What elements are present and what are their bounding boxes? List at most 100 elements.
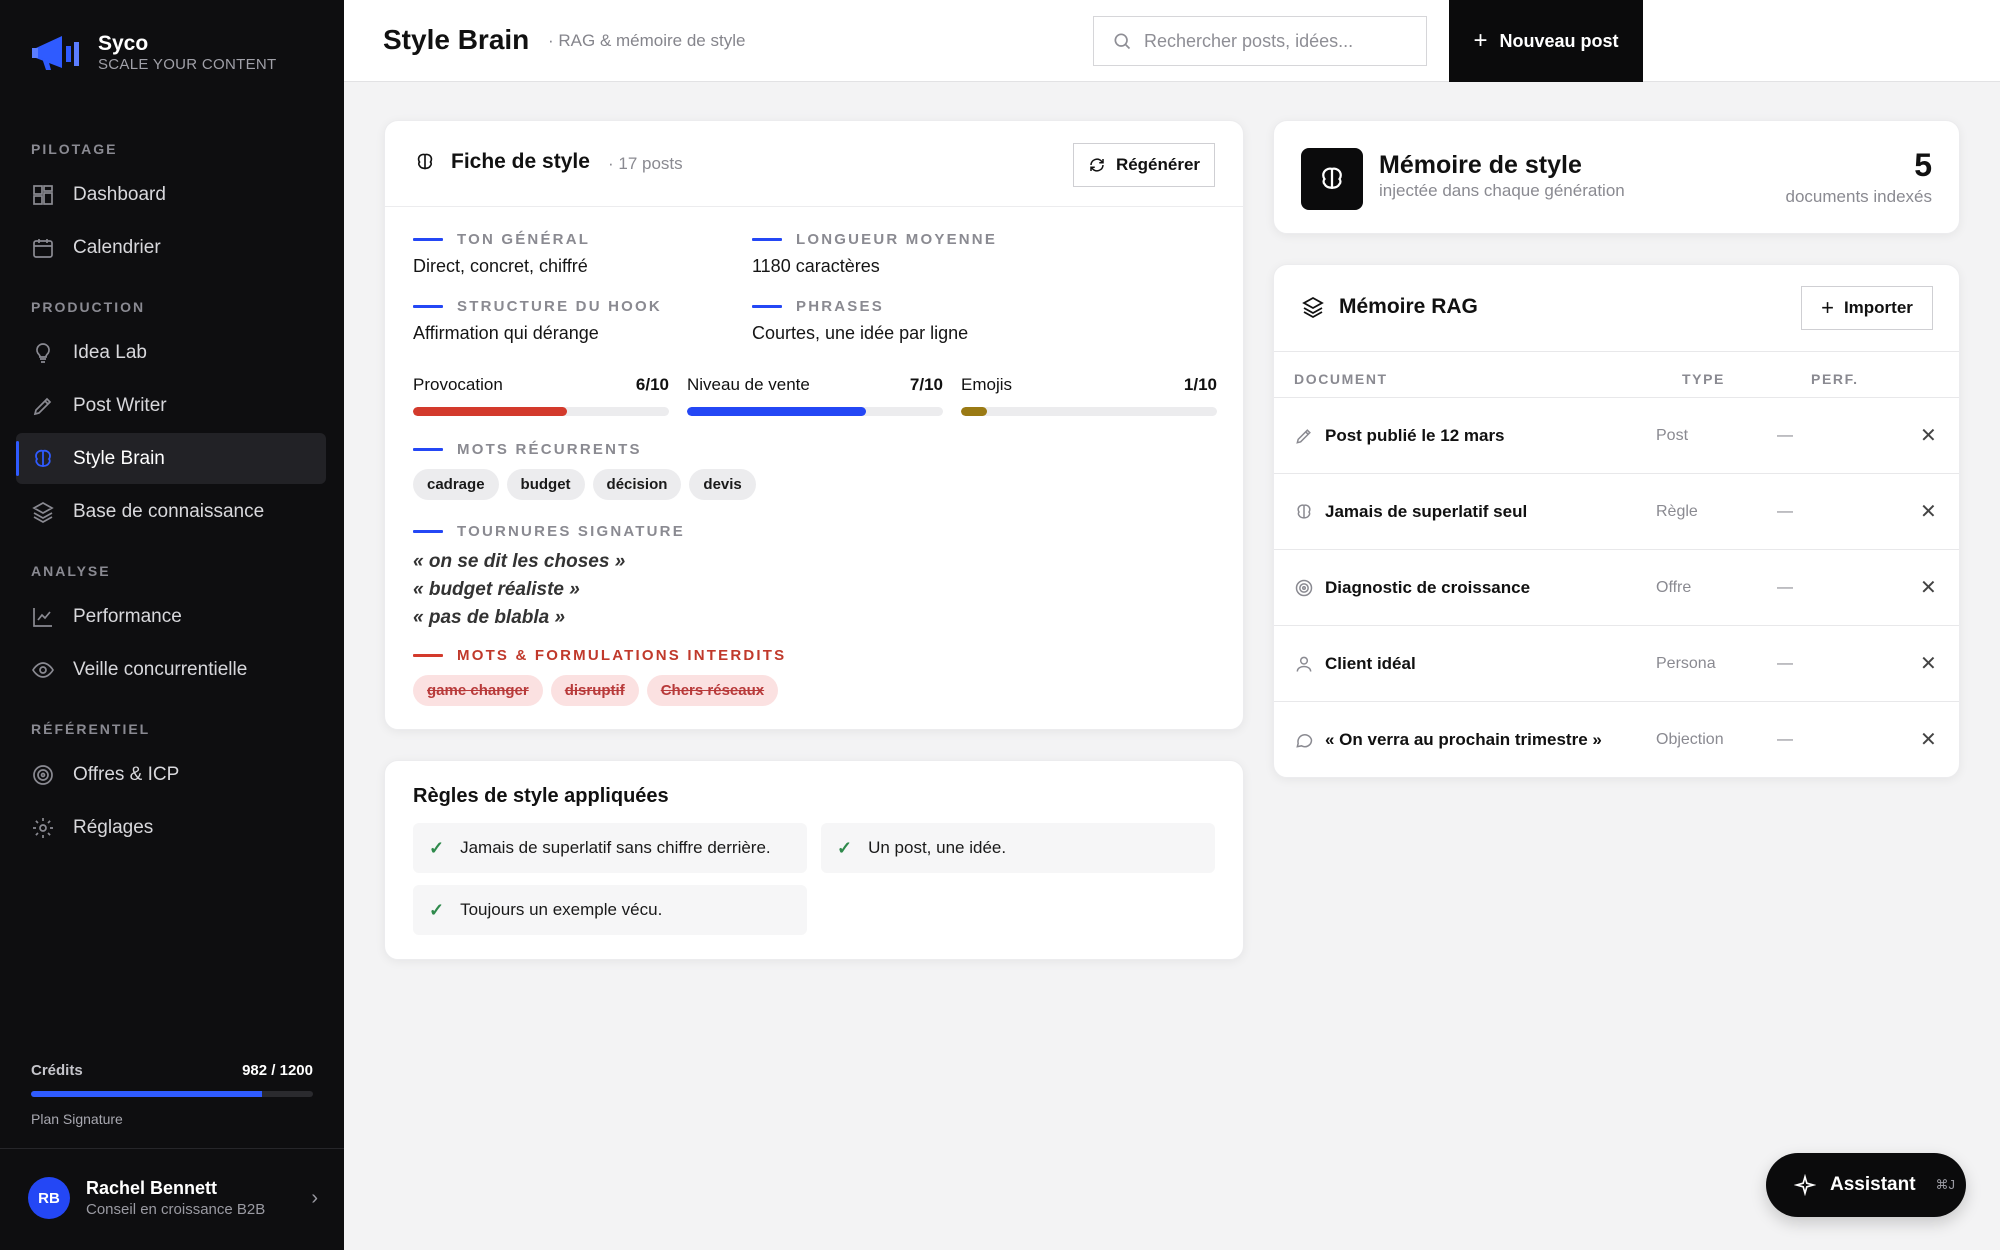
rule-item: ✓ Toujours un exemple vécu. (413, 885, 807, 935)
document-perf: — (1777, 730, 1793, 748)
meter-value: 1/10 (1183, 375, 1217, 394)
meter-fill (961, 407, 987, 416)
style-sheet-card: Fiche de style · 17 posts Régénérer TON … (384, 120, 1244, 730)
sidebar-item-label: Dashboard (73, 183, 166, 205)
rules-title: Règles de style appliquées (413, 785, 669, 807)
brand-name: Syco (98, 32, 149, 55)
delete-icon[interactable]: ✕ (1920, 651, 1937, 676)
memory-count: 5 (1914, 147, 1932, 183)
style-memory-card: Mémoire de style injectée dans chaque gé… (1273, 120, 1960, 234)
credits-value: 982 / 1200 (242, 1062, 313, 1079)
sidebar-item-dashboard[interactable]: Dashboard (16, 169, 326, 220)
recurring-label: MOTS RÉCURRENTS (413, 441, 764, 458)
user-role: Conseil en croissance B2B (86, 1201, 266, 1218)
user-menu[interactable]: RB Rachel Bennett Conseil en croissance … (28, 1177, 318, 1219)
document-name: « On verra au prochain trimestre » (1325, 729, 1602, 749)
delete-icon[interactable]: ✕ (1920, 423, 1937, 448)
meter-label: Provocation (413, 375, 503, 394)
banned-chip: game changer (413, 675, 543, 706)
lightbulb-icon (36, 342, 50, 363)
table-row[interactable]: « On verra au prochain trimestre » Objec… (1274, 701, 1959, 777)
import-button[interactable]: + Importer (1801, 286, 1933, 330)
calendar-icon (33, 238, 53, 258)
delete-icon[interactable]: ✕ (1920, 575, 1937, 600)
credits-progress-fill (31, 1091, 262, 1097)
recurring-chip: devis (689, 469, 756, 500)
regenerate-label: Régénérer (1115, 155, 1201, 174)
pen-icon (1296, 428, 1311, 444)
sidebar: Syco SCALE YOUR CONTENT PILOTAGE Dashboa… (0, 0, 344, 1250)
table-row[interactable]: Post publié le 12 mars Post — ✕ (1274, 397, 1959, 473)
style-sheet-title: Fiche de style (451, 150, 590, 173)
plus-icon: + (1821, 295, 1834, 320)
credits-label: Crédits (31, 1062, 83, 1079)
signature-phrases: TOURNURES SIGNATURE « on se dit les chos… (413, 523, 685, 632)
sidebar-item-base-de-connaissance[interactable]: Base de connaissance (16, 486, 326, 537)
meter-label: Emojis (961, 375, 1013, 394)
rag-memory-card: Mémoire RAG + Importer DOCUMENT TYPE PER… (1273, 264, 1960, 778)
assistant-button[interactable]: Assistant ⌘J (1766, 1153, 1966, 1217)
document-perf: — (1777, 654, 1793, 672)
field-label: TON GÉNÉRAL (413, 231, 590, 248)
header: Style Brain · RAG & mémoire de style + N… (344, 0, 2000, 82)
document-type: Règle (1656, 502, 1698, 520)
sidebar-item-offres-icp[interactable]: Offres & ICP (16, 749, 326, 800)
sidebar-item-label: Offres & ICP (73, 763, 180, 785)
sidebar-item-post-writer[interactable]: Post Writer (16, 380, 326, 431)
recurring-chip: décision (592, 469, 682, 500)
search-box[interactable] (1093, 16, 1427, 66)
sidebar-item-performance[interactable]: Performance (16, 591, 326, 642)
sidebar-item-reglages[interactable]: Réglages (16, 802, 326, 853)
sidebar-item-label: Performance (73, 605, 182, 627)
chevron-right-icon: › (311, 1186, 318, 1209)
document-perf: — (1777, 426, 1793, 444)
divider (1274, 351, 1959, 352)
sidebar-item-label: Calendrier (73, 236, 161, 258)
plus-icon: + (1473, 27, 1488, 54)
brain-icon (417, 153, 433, 170)
meter-fill (687, 407, 867, 416)
signature-label: TOURNURES SIGNATURE (413, 523, 685, 540)
meter-niveau-de-vente: Niveau de vente 7/10 (687, 375, 943, 416)
document-perf: — (1777, 578, 1793, 596)
document-name: Jamais de superlatif seul (1325, 501, 1528, 521)
dashboard-icon (33, 184, 53, 205)
banned-label: MOTS & FORMULATIONS INTERDITS (413, 647, 786, 664)
table-row[interactable]: Client idéal Persona — ✕ (1274, 625, 1959, 701)
brand[interactable]: Syco SCALE YOUR CONTENT (32, 32, 277, 74)
delete-icon[interactable]: ✕ (1920, 499, 1937, 524)
delete-icon[interactable]: ✕ (1920, 727, 1937, 752)
table-row[interactable]: Jamais de superlatif seul Règle — ✕ (1274, 473, 1959, 549)
check-icon: ✓ (837, 837, 853, 858)
target-icon (1295, 579, 1313, 596)
meter-track (413, 407, 669, 416)
layers-icon (1302, 296, 1324, 319)
assistant-label: Assistant (1830, 1174, 1916, 1195)
banned-chip: disruptif (550, 675, 639, 706)
document-name: Diagnostic de croissance (1325, 577, 1531, 597)
meter-emojis: Emojis 1/10 (961, 375, 1217, 416)
sidebar-item-idea-lab[interactable]: Idea Lab (16, 327, 326, 378)
check-icon: ✓ (429, 899, 445, 920)
rag-title: Mémoire RAG (1339, 295, 1478, 318)
search-input[interactable] (1144, 30, 1424, 52)
table-row[interactable]: Diagnostic de croissance Offre — ✕ (1274, 549, 1959, 625)
memory-count-label: documents indexés (1785, 187, 1932, 206)
field-value: Direct, concret, chiffré (413, 256, 588, 276)
new-post-button[interactable]: + Nouveau post (1449, 0, 1643, 82)
sparkle-icon (1794, 1174, 1816, 1196)
regenerate-button[interactable]: Régénérer (1073, 143, 1215, 187)
sidebar-item-label: Base de connaissance (73, 500, 265, 522)
sidebar-item-calendrier[interactable]: Calendrier (16, 222, 326, 273)
memory-badge (1301, 148, 1363, 210)
page-subtitle: · RAG & mémoire de style (548, 31, 746, 50)
chart-icon (33, 607, 52, 627)
nav-section-pilotage: PILOTAGE (31, 141, 118, 157)
import-label: Importer (1843, 298, 1913, 317)
banned-chip: Chers réseaux (646, 675, 779, 706)
sidebar-item-label: Veille concurrentielle (73, 658, 248, 680)
divider (385, 206, 1243, 207)
sidebar-item-style-brain[interactable]: Style Brain (16, 433, 326, 484)
sidebar-item-veille-concurrentielle[interactable]: Veille concurrentielle (16, 644, 326, 695)
document-name: Post publié le 12 mars (1325, 425, 1505, 445)
